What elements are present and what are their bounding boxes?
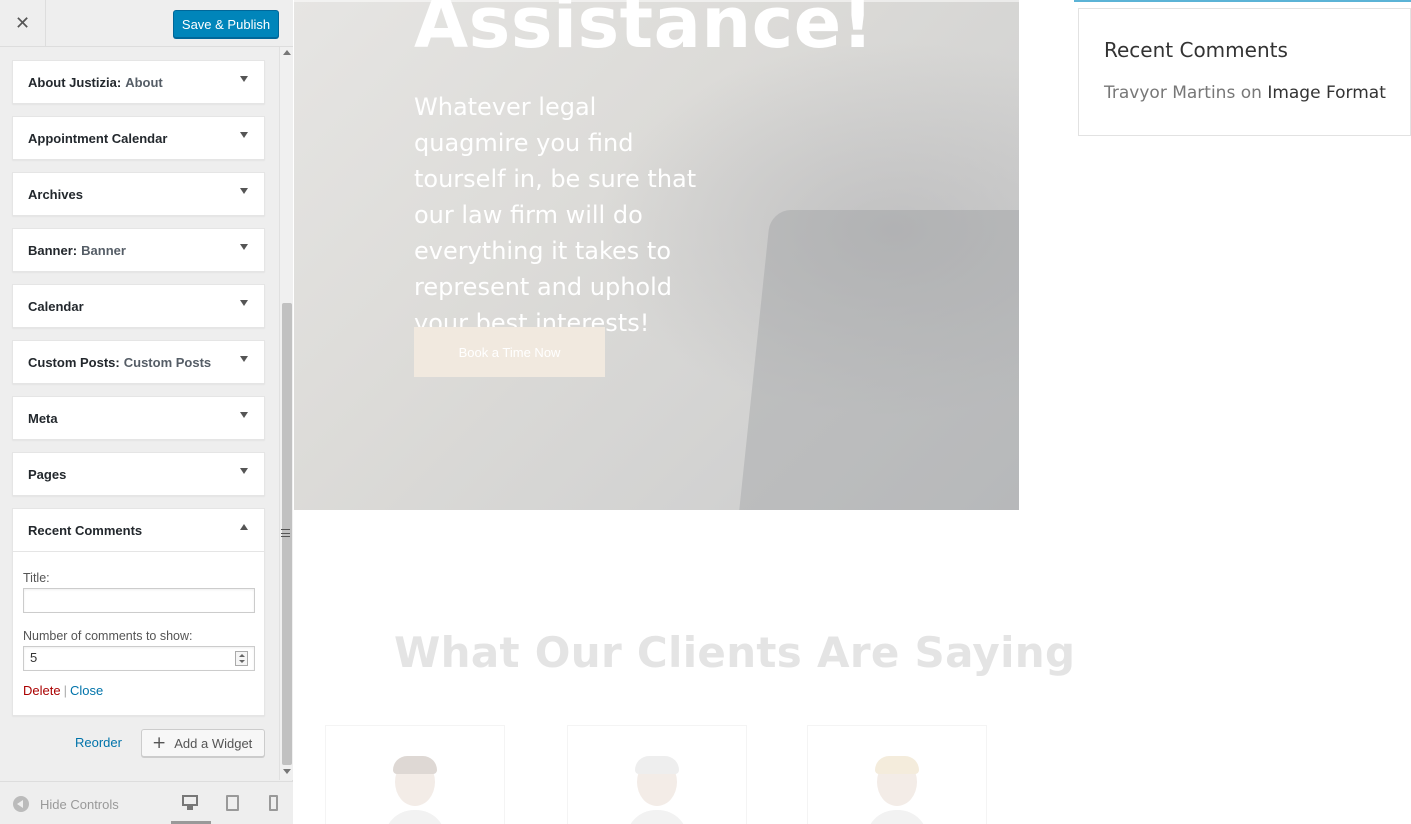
hero-title: Assistance! (414, 0, 875, 64)
widget-title: Calendar (28, 298, 84, 314)
widget-title: Appointment Calendar (28, 130, 168, 146)
widget-header[interactable]: Meta (13, 397, 264, 439)
close-customizer-button[interactable]: ✕ (0, 0, 46, 47)
title-label: Title: (23, 571, 50, 585)
comment-author[interactable]: Travyor Martins (1104, 83, 1235, 103)
customizer-footer: Hide Controls (0, 781, 293, 824)
widget-appointment-calendar[interactable]: Appointment Calendar (12, 116, 265, 160)
widget-title: Meta (28, 410, 58, 426)
hero-banner: Assistance! Whatever legal quagmire you … (294, 0, 1019, 510)
number-value: 5 (30, 650, 38, 665)
widget-archives[interactable]: Archives (12, 172, 265, 216)
expand-arrow-icon[interactable] (240, 468, 248, 474)
widget-subtitle: About (125, 74, 163, 90)
widget-header[interactable]: Calendar (13, 285, 264, 327)
widget-title: Banner (28, 242, 73, 258)
separator: | (63, 683, 67, 698)
number-label: Number of comments to show: (23, 629, 193, 643)
hero-text: Whatever legal quagmire you find toursel… (414, 93, 697, 337)
sidebar-scrollbar[interactable] (279, 47, 293, 780)
testimonial-card (325, 725, 505, 824)
recent-comments-title: Recent Comments (1104, 38, 1288, 62)
expand-arrow-icon[interactable] (240, 412, 248, 418)
widget-control-actions: Delete | Close (23, 683, 254, 698)
client-avatar (626, 756, 688, 824)
widget-header[interactable]: About Justizia: About (13, 61, 264, 103)
expand-arrow-icon[interactable] (240, 244, 248, 250)
collapse-arrow-icon[interactable] (240, 524, 248, 530)
widget-header[interactable]: Pages (13, 453, 264, 495)
widget-top-accent (1074, 0, 1411, 2)
expand-arrow-icon[interactable] (240, 300, 248, 306)
widgets-panel: About Justizia: About Appointment Calend… (0, 48, 279, 780)
widget-subtitle: Banner (81, 242, 126, 258)
widget-subtitle: Custom Posts (123, 354, 212, 370)
widget-banner[interactable]: Banner: Banner (12, 228, 265, 272)
expand-arrow-icon[interactable] (240, 356, 248, 362)
desktop-preview-icon[interactable] (182, 795, 198, 811)
add-widget-button[interactable]: + Add a Widget (141, 729, 265, 757)
number-input[interactable]: 5 (23, 646, 255, 671)
recent-comments-widget: Recent Comments Travyor Martins on Image… (1078, 8, 1411, 136)
hide-controls-button[interactable]: Hide Controls (13, 796, 119, 812)
close-link[interactable]: Close (70, 683, 103, 698)
customizer-sidebar: ✕ Save & Publish About Justizia: About A… (0, 0, 293, 824)
delete-link[interactable]: Delete (23, 683, 61, 698)
comment-post-link[interactable]: Image Format (1267, 83, 1386, 103)
widget-header[interactable]: Recent Comments (13, 509, 264, 551)
close-icon: ✕ (14, 13, 31, 34)
widget-title: About Justizia (28, 74, 117, 90)
resize-grip-icon[interactable] (281, 529, 290, 537)
widget-header[interactable]: Appointment Calendar (13, 117, 264, 159)
widget-title: Custom Posts (28, 354, 116, 370)
title-input[interactable] (23, 588, 255, 613)
tablet-preview-icon[interactable] (225, 795, 241, 811)
plus-icon: + (152, 733, 167, 753)
hide-controls-label: Hide Controls (40, 796, 119, 812)
scroll-up-arrow-icon[interactable] (283, 50, 291, 55)
client-avatar (866, 756, 928, 824)
comment-on-word: on (1240, 83, 1262, 103)
expand-arrow-icon[interactable] (240, 188, 248, 194)
add-widget-label: Add a Widget (174, 735, 253, 751)
client-avatar (384, 756, 446, 824)
expand-arrow-icon[interactable] (240, 76, 248, 82)
widget-calendar[interactable]: Calendar (12, 284, 265, 328)
testimonial-card (567, 725, 747, 824)
mobile-preview-icon[interactable] (268, 795, 284, 811)
testimonial-card (807, 725, 987, 824)
customizer-header: ✕ Save & Publish (0, 0, 293, 47)
widget-form: Title: Number of comments to show: 5 Del… (13, 551, 264, 710)
widget-title: Recent Comments (28, 522, 143, 538)
number-spinner[interactable] (235, 651, 248, 666)
widget-title: Archives (28, 186, 83, 202)
clients-section-title: What Our Clients Are Saying (394, 628, 1076, 677)
widget-meta[interactable]: Meta (12, 396, 265, 440)
save-publish-button[interactable]: Save & Publish (173, 10, 279, 38)
site-preview: Assistance! Whatever legal quagmire you … (294, 0, 1411, 824)
scroll-down-arrow-icon[interactable] (283, 769, 291, 774)
widget-header[interactable]: Banner: Banner (13, 229, 264, 271)
reorder-link[interactable]: Reorder (75, 735, 122, 750)
widget-recent-comments[interactable]: Recent Comments Title: Number of comment… (12, 508, 265, 716)
widget-title: Pages (28, 466, 67, 482)
widget-about-justizia[interactable]: About Justizia: About (12, 60, 265, 104)
recent-comment-item: Travyor Martins on Image Format (1104, 83, 1386, 103)
widget-custom-posts[interactable]: Custom Posts: Custom Posts (12, 340, 265, 384)
widget-header[interactable]: Archives (13, 173, 264, 215)
book-time-button[interactable]: Book a Time Now (414, 327, 605, 377)
widget-header[interactable]: Custom Posts: Custom Posts (13, 341, 264, 383)
widget-pages[interactable]: Pages (12, 452, 265, 496)
collapse-icon (13, 796, 29, 812)
expand-arrow-icon[interactable] (240, 132, 248, 138)
hero-background-shape (737, 210, 1019, 510)
